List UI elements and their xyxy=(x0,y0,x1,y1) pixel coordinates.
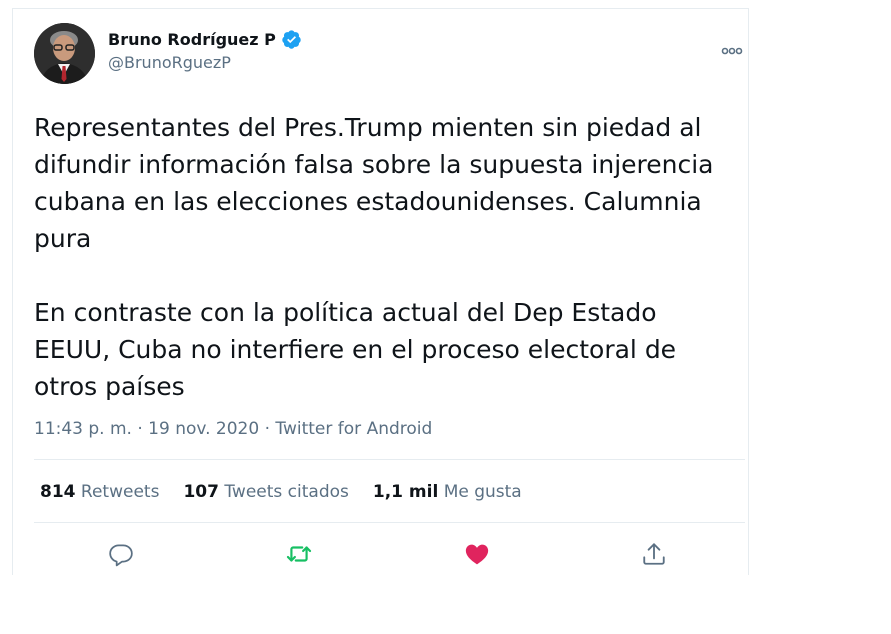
share-icon[interactable] xyxy=(641,541,667,567)
avatar[interactable] xyxy=(34,23,95,84)
tweet-timestamp-source[interactable]: 11:43 p. m. · 19 nov. 2020 · Twitter for… xyxy=(34,419,432,439)
verified-badge-icon xyxy=(282,30,301,49)
retweets-label: Retweets xyxy=(80,482,160,502)
author-name-row[interactable]: Bruno Rodríguez P xyxy=(108,29,302,50)
tweet-paragraph: En contraste con la política actual del … xyxy=(34,298,677,401)
quotes-label: Tweets citados xyxy=(224,482,349,502)
more-options-icon[interactable] xyxy=(721,43,743,59)
tweet-paragraph: Representantes del Pres.Trump mienten si… xyxy=(34,113,714,253)
retweets-count: 814 xyxy=(40,482,76,502)
divider xyxy=(34,459,745,460)
reply-icon[interactable] xyxy=(108,541,134,567)
likes-stat[interactable]: 1,1 mil Me gusta xyxy=(373,482,522,502)
tweet-text: Representantes del Pres.Trump mienten si… xyxy=(34,109,734,405)
likes-count: 1,1 mil xyxy=(372,482,439,502)
tweet-stats: 814 Retweets 107 Tweets citados 1,1 mil … xyxy=(40,482,522,502)
quotes-stat[interactable]: 107 Tweets citados xyxy=(183,482,348,502)
heart-icon[interactable] xyxy=(464,541,490,567)
author-name[interactable]: Bruno Rodríguez P xyxy=(108,30,276,49)
quotes-count: 107 xyxy=(183,482,219,502)
avatar-image xyxy=(34,23,95,84)
tweet-card: Bruno Rodríguez P @BrunoRguezP Represent… xyxy=(12,8,749,575)
author-handle[interactable]: @BrunoRguezP xyxy=(108,53,231,72)
likes-label: Me gusta xyxy=(443,482,522,502)
retweet-icon[interactable] xyxy=(286,541,312,567)
divider xyxy=(34,522,745,523)
retweets-stat[interactable]: 814 Retweets xyxy=(40,482,159,502)
